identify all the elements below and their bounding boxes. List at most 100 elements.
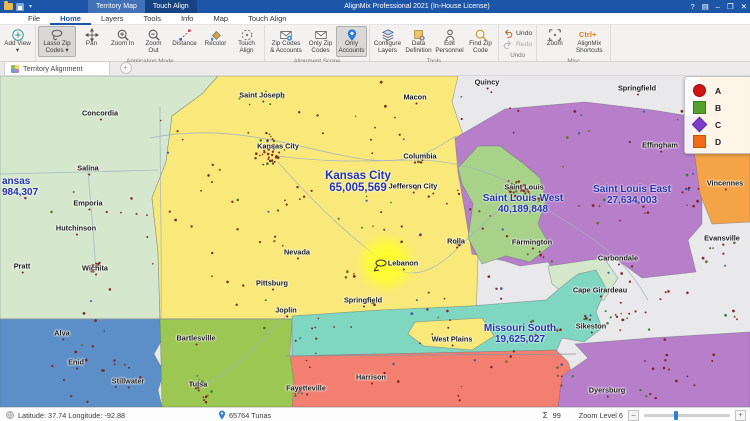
add-view-button[interactable]: Add View ▾ [2,26,33,57]
zoom-out-button[interactable]: – [628,410,639,421]
territory-map[interactable] [0,76,750,407]
status-bar: Latitude: 37.74 Longitude: -92.88 65764 … [0,407,750,421]
zip-location-readout: 65764 Tunas [229,411,271,420]
tab-territory-alignment[interactable]: Territory Alignment [4,61,110,75]
legend-item-a: A [693,82,750,99]
save-icon[interactable] [16,3,24,11]
city-label-effingham: Effingham [642,141,678,150]
region-arkansas[interactable] [285,350,576,407]
territory-label-kansas-city: Kansas City65,005,569 [325,170,391,194]
ribbon-group-label: Undo [501,51,534,61]
zoom-in-button[interactable]: + [735,410,746,421]
redo-button[interactable]: Redo [501,39,534,49]
menu-touch-align[interactable]: Touch Align [238,13,296,25]
city-label-harrison: Harrison [356,373,386,382]
menu-file[interactable]: File [18,13,50,25]
menu-map[interactable]: Map [203,13,238,25]
city-label-saint-louis: Saint Louis [504,183,543,192]
city-label-salina: Salina [77,164,99,173]
city-label-springfield: Springfield [344,296,382,305]
territory-label-ansas: ansas984,307 [2,176,38,198]
city-label-columbia: Columbia [403,152,436,161]
city-label-concordia: Concordia [82,109,118,118]
city-label-cape-girardeau: Cape Girardeau [573,286,627,295]
close-button[interactable]: ✕ [741,2,747,11]
svg-text:Ctrl+: Ctrl+ [579,30,597,39]
only-zip-codes-button[interactable]: Only Zip Codes [305,26,336,57]
city-label-emporia: Emporia [73,199,102,208]
city-label-rolla: Rolla [447,237,465,246]
pan-button[interactable]: Pan [76,26,107,50]
legend-circle-icon [693,84,706,97]
configure-layers-button[interactable]: Configure Layers [372,26,403,57]
minimize-button[interactable]: – [716,2,720,11]
city-label-quincy: Quincy [475,78,500,87]
city-label-saint-joseph: Saint Joseph [239,91,284,100]
ribbon-group-undo: UndoRedoUndo [499,25,537,61]
menu-info[interactable]: Info [171,13,204,25]
menu-bar: FileHomeLayersToolsInfoMapTouch Align [0,13,750,25]
ribbon-group-alignment-scope: Zip Codes & AccountsOnly Zip CodesOnly A… [265,25,370,61]
city-label-farmington: Farmington [512,238,552,247]
zoom-in-button[interactable]: Zoom In [107,26,138,50]
map-canvas[interactable]: ansas984,307 Kansas City65,005,569 Saint L… [0,76,750,407]
coordinates-readout: Latitude: 37.74 Longitude: -92.88 [18,411,125,420]
zoom-misc-button[interactable]: Zoom [539,26,570,50]
city-label-tulsa: Tulsa [189,380,208,389]
alignmix-shortcuts-button[interactable]: Ctrl+AlignMix Shortcuts [570,26,608,57]
city-label-kansas-city: Kansas City [257,142,299,151]
legend-diamond-icon [692,117,708,133]
document-tab-bar: Territory Alignment + [0,62,750,76]
city-label-vincennes: Vincennes [707,179,743,188]
tab-label: Territory Alignment [23,64,83,73]
city-label-bartlesville: Bartlesville [177,334,216,343]
city-label-evansville: Evansville [704,234,740,243]
only-accounts-button[interactable]: Only Accounts [336,26,367,57]
territory-label-missouri-south: Missouri South19,625,027 [484,323,556,345]
menu-tools[interactable]: Tools [133,13,171,25]
legend-item-b: B [693,99,750,116]
titlebar-tabs: Territory MapTouch Align [88,0,197,13]
open-file-icon[interactable] [4,3,13,10]
quick-access-caret-icon[interactable]: ▾ [29,3,32,10]
touch-align-button[interactable]: Touch Align [231,26,262,57]
distance-button[interactable]: Distance [169,26,200,50]
city-label-west-plains: West Plains [432,335,473,344]
zoom-out-button[interactable]: Zoom Out [138,26,169,57]
ribbon-options-button[interactable]: ▤ [702,2,709,11]
ribbon-group-tools: Configure LayersData DefinitionEdit Pers… [370,25,499,61]
title-bar: ▾ Territory MapTouch Align AlignMix Prof… [0,0,750,13]
ribbon-group-application-mode: Lasso Zip Codes ▾PanZoom InZoom OutDista… [36,25,265,61]
undo-button[interactable]: Undo [501,28,534,38]
add-tab-button[interactable]: + [120,62,132,74]
menu-layers[interactable]: Layers [91,13,134,25]
globe-icon [6,411,14,419]
titlebar-tab-touch-align[interactable]: Touch Align [145,0,197,13]
zoom-slider[interactable] [644,414,730,417]
menu-home[interactable]: Home [50,13,91,25]
ribbon-group-view: Add View ▾ [0,25,36,61]
city-label-macon: Macon [403,93,426,102]
city-label-hutchinson: Hutchinson [56,224,96,233]
city-label-lebanon: Lebanon [388,259,418,268]
city-label-nevada: Nevada [284,248,310,257]
recolor-button[interactable]: Recolor [200,26,231,50]
city-label-fayetteville: Fayetteville [286,384,326,393]
city-label-joplin: Joplin [275,306,297,315]
edit-personnel-button[interactable]: Edit Personnel [434,26,465,57]
lasso-zip-codes-button[interactable]: Lasso Zip Codes ▾ [38,26,76,57]
zoom-slider-handle[interactable] [674,411,678,420]
help-button[interactable]: ? [691,2,695,11]
city-label-jefferson-city: Jefferson City [389,182,438,191]
city-label-dyersburg: Dyersburg [589,386,626,395]
region-oklahoma-east[interactable] [160,319,294,407]
city-label-pittsburg: Pittsburg [256,279,288,288]
city-label-wichita: Wichita [82,264,108,273]
titlebar-tab-territory-map[interactable]: Territory Map [88,0,145,13]
map-legend: ABCD [684,76,750,154]
data-definition-button[interactable]: Data Definition [403,26,434,57]
find-zip-code-button[interactable]: Find Zip Code [465,26,496,57]
restore-button[interactable]: ❐ [727,2,734,11]
zip-codes-accounts-button[interactable]: Zip Codes & Accounts [267,26,305,57]
alignmix-window: ▾ Territory MapTouch Align AlignMix Prof… [0,0,750,421]
